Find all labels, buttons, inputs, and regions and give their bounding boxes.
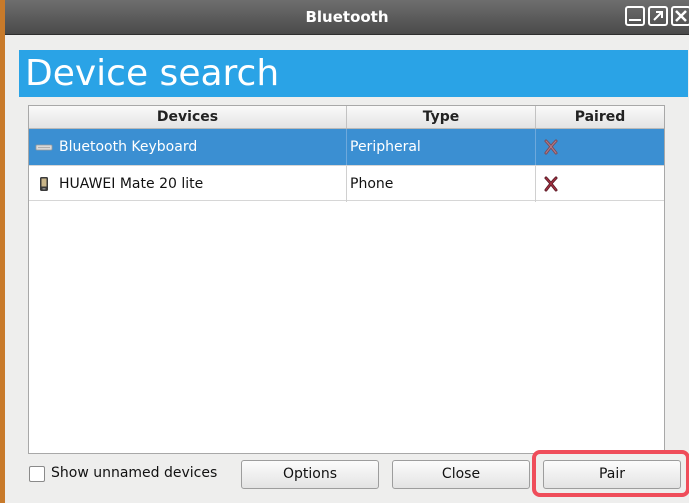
device-name: HUAWEI Mate 20 lite	[59, 176, 204, 192]
show-unnamed-label[interactable]: Show unnamed devices	[51, 465, 217, 481]
maximize-icon	[653, 11, 663, 21]
column-header-devices[interactable]: Devices	[29, 106, 347, 128]
device-cell: HUAWEI Mate 20 lite	[29, 166, 347, 202]
paired-cell	[536, 129, 664, 165]
close-button[interactable]: Close	[392, 460, 530, 489]
type-cell: Phone	[347, 166, 536, 202]
table-row[interactable]: HUAWEI Mate 20 lite Phone	[29, 165, 664, 202]
not-paired-x-icon	[544, 139, 558, 155]
minimize-button[interactable]	[625, 6, 645, 26]
column-header-paired[interactable]: Paired	[536, 106, 664, 128]
maximize-button[interactable]	[648, 6, 668, 26]
type-cell: Peripheral	[347, 129, 536, 165]
devices-table: Devices Type Paired Bluetooth Keyboard P…	[28, 105, 665, 454]
device-name: Bluetooth Keyboard	[59, 139, 198, 155]
page-title-banner: Device search	[19, 50, 688, 97]
phone-icon	[40, 177, 48, 191]
column-header-type[interactable]: Type	[347, 106, 536, 128]
paired-cell	[536, 166, 664, 202]
window-title: Bluetooth	[305, 8, 389, 26]
keyboard-icon	[35, 144, 53, 151]
close-window-button[interactable]	[671, 6, 689, 26]
pair-button-highlight	[532, 450, 689, 497]
minimize-icon	[629, 19, 641, 21]
device-cell: Bluetooth Keyboard	[29, 129, 347, 165]
title-bar[interactable]: Bluetooth	[5, 0, 689, 35]
close-icon	[675, 10, 687, 22]
options-button[interactable]: Options	[241, 460, 379, 489]
page-title: Device search	[25, 53, 280, 94]
table-row[interactable]: Bluetooth Keyboard Peripheral	[29, 129, 664, 165]
not-paired-x-icon	[544, 176, 558, 192]
bluetooth-window: Bluetooth Device search Devices Type Pai…	[0, 0, 689, 503]
table-header: Devices Type Paired	[29, 106, 664, 129]
show-unnamed-checkbox[interactable]	[29, 466, 45, 482]
